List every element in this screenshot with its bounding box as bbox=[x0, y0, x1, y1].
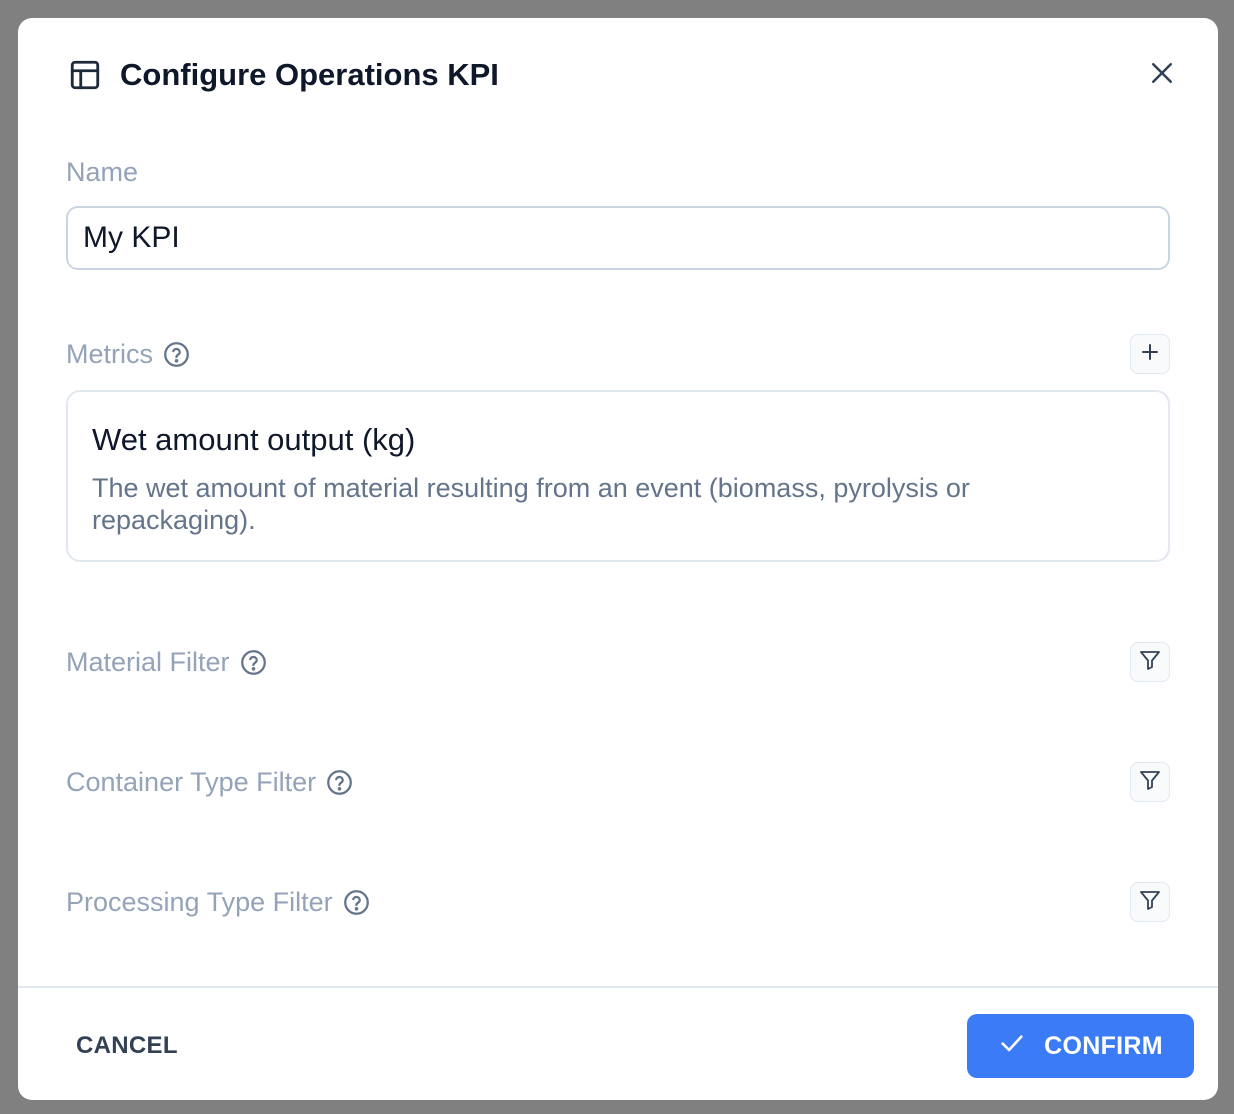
material-filter-label: Material Filter bbox=[66, 645, 267, 679]
confirm-button[interactable]: CONFIRM bbox=[967, 1014, 1194, 1078]
metric-card[interactable]: Wet amount output (kg) The wet amount of… bbox=[66, 390, 1170, 562]
confirm-label: CONFIRM bbox=[1044, 1031, 1163, 1060]
help-circle-icon[interactable] bbox=[240, 649, 267, 676]
filter-icon bbox=[1138, 648, 1162, 677]
dialog-footer: CANCEL CONFIRM bbox=[18, 986, 1218, 1100]
help-circle-icon[interactable] bbox=[343, 889, 370, 916]
plus-icon bbox=[1138, 340, 1162, 369]
material-filter-button[interactable] bbox=[1130, 642, 1170, 682]
filter-icon bbox=[1138, 768, 1162, 797]
dialog-header: Configure Operations KPI bbox=[18, 18, 1218, 128]
filter-icon bbox=[1138, 888, 1162, 917]
metric-title: Wet amount output (kg) bbox=[92, 422, 416, 457]
configure-kpi-dialog: Configure Operations KPI Name Metrics bbox=[18, 18, 1218, 1100]
help-circle-icon[interactable] bbox=[326, 769, 353, 796]
metrics-label: Metrics bbox=[66, 337, 190, 371]
close-button[interactable] bbox=[1146, 59, 1178, 91]
container-type-filter-label: Container Type Filter bbox=[66, 765, 353, 799]
processing-type-filter-button[interactable] bbox=[1130, 882, 1170, 922]
processing-type-filter-label: Processing Type Filter bbox=[66, 885, 370, 919]
name-label: Name bbox=[66, 157, 139, 187]
container-type-filter-button[interactable] bbox=[1130, 762, 1170, 802]
check-icon bbox=[998, 1029, 1026, 1064]
add-metric-button[interactable] bbox=[1130, 334, 1170, 374]
help-circle-icon[interactable] bbox=[163, 341, 190, 368]
cancel-button[interactable]: CANCEL bbox=[58, 1018, 196, 1074]
metric-description: The wet amount of material resulting fro… bbox=[92, 473, 970, 535]
table-icon bbox=[68, 58, 102, 92]
close-icon bbox=[1147, 58, 1177, 93]
name-input[interactable] bbox=[66, 206, 1170, 270]
dialog-title: Configure Operations KPI bbox=[120, 57, 499, 92]
